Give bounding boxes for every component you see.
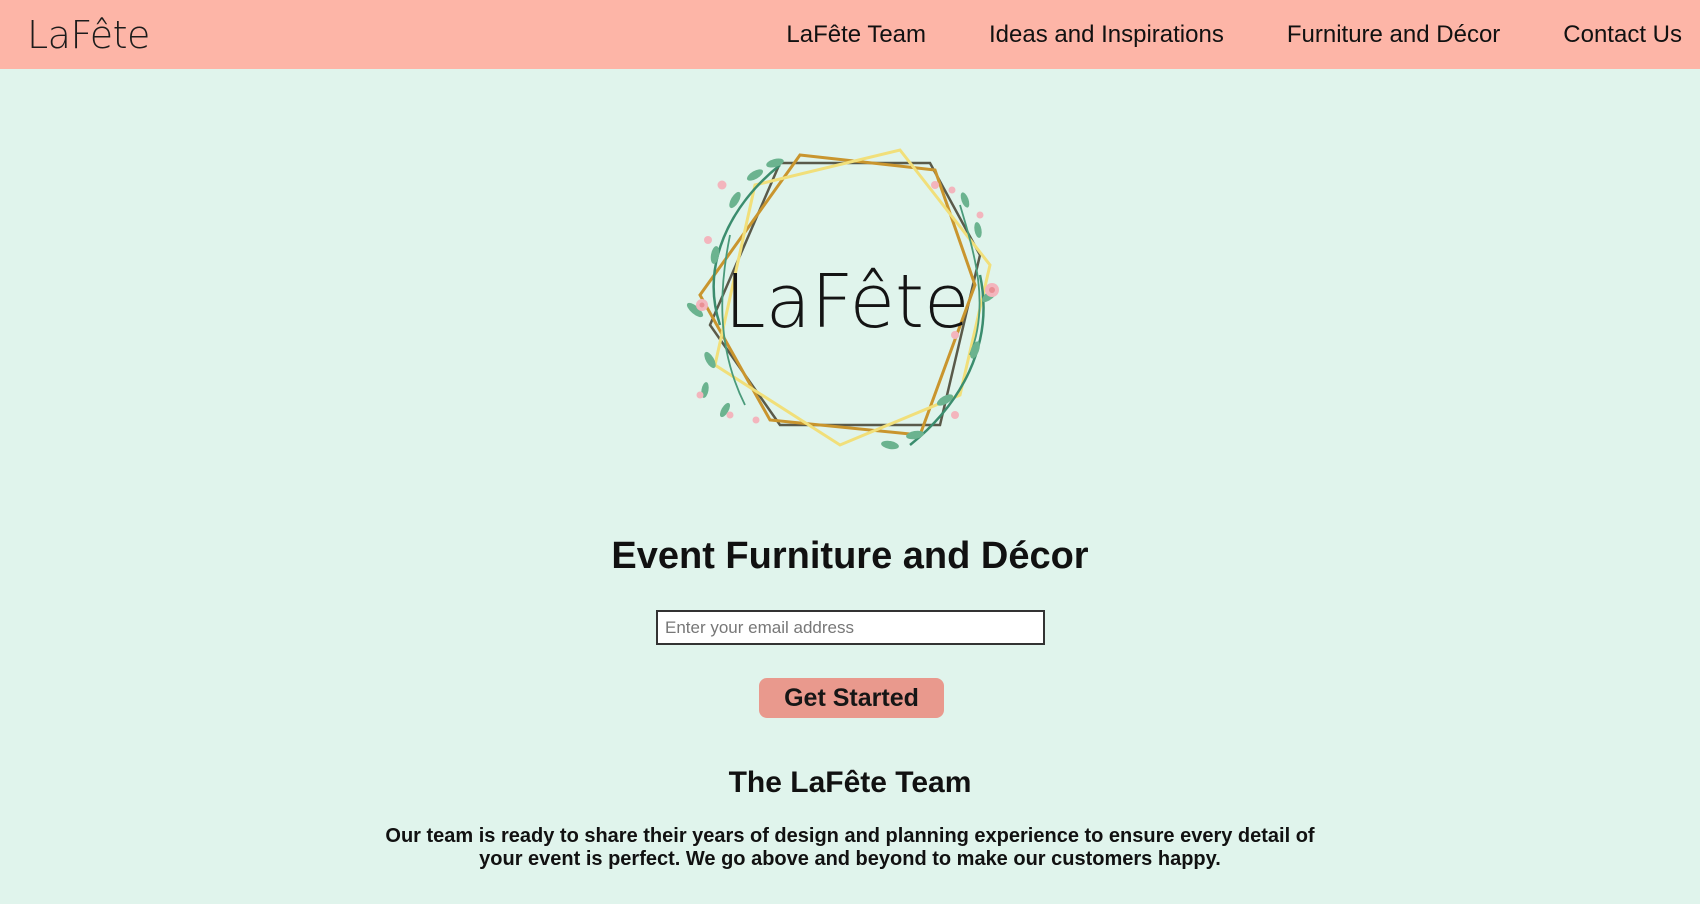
nav-link-contact-us[interactable]: Contact Us [1563, 0, 1682, 69]
top-navbar: LaFête LaFête Team Ideas and Inspiration… [0, 0, 1700, 69]
nav-link-furniture-decor[interactable]: Furniture and Décor [1287, 0, 1500, 69]
hero-logo: LaFête [660, 145, 1040, 495]
page-headline: Event Furniture and Décor [611, 535, 1089, 577]
nav-links: LaFête Team Ideas and Inspirations Furni… [723, 0, 1682, 69]
hero-logo-wordmark: LaFête [724, 259, 969, 345]
nav-link-ideas-inspirations[interactable]: Ideas and Inspirations [989, 0, 1224, 69]
get-started-button[interactable]: Get Started [759, 678, 944, 718]
team-description: Our team is ready to share their years o… [385, 825, 1315, 870]
team-heading: The LaFête Team [728, 766, 972, 799]
floral-hexagon-wreath-icon: LaFête [686, 148, 999, 450]
email-input[interactable] [656, 610, 1045, 645]
nav-link-lafete-team[interactable]: LaFête Team [786, 0, 926, 69]
nav-logo-link[interactable]: LaFête [27, 12, 150, 58]
